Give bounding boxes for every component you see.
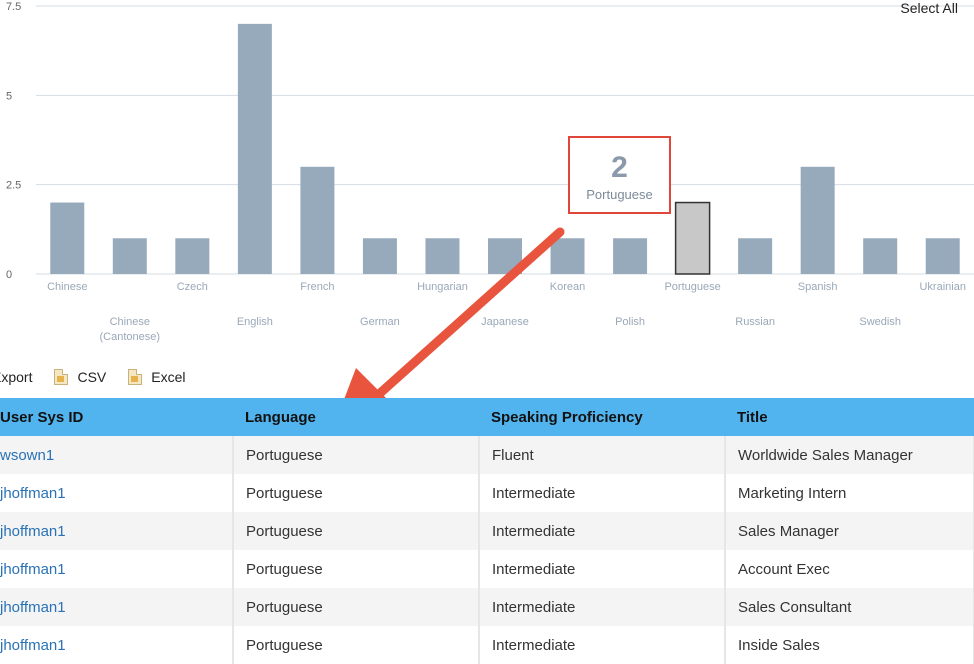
bar[interactable] bbox=[50, 202, 85, 274]
column-header-speaking-proficiency[interactable]: Speaking Proficiency bbox=[479, 398, 725, 436]
x-tick-label: English bbox=[237, 316, 273, 328]
language-cell: Portuguese bbox=[233, 512, 480, 550]
column-header-language[interactable]: Language bbox=[233, 398, 479, 436]
title-cell: Account Exec bbox=[725, 550, 974, 588]
proficiency-cell: Intermediate bbox=[479, 512, 726, 550]
user-link[interactable]: jhoffman1 bbox=[0, 561, 66, 578]
language-bar-chart: 0 2.5 5 7.5 Chinese Chinese (Cantonese) Czech En… bbox=[0, 0, 974, 360]
bar[interactable] bbox=[112, 238, 147, 274]
user-link[interactable]: wsown1 bbox=[0, 447, 54, 464]
y-tick-label: 2.5 bbox=[6, 180, 21, 192]
select-all-link[interactable]: Select All bbox=[900, 0, 958, 16]
export-csv-label: CSV bbox=[77, 369, 107, 385]
y-tick-label: 0 bbox=[6, 269, 12, 281]
user-sys-id-cell: wsown1 bbox=[0, 436, 234, 474]
user-sys-id-cell: jhoffman1 bbox=[0, 588, 234, 626]
y-tick-label: 7.5 bbox=[6, 1, 21, 13]
proficiency-cell: Intermediate bbox=[479, 550, 726, 588]
proficiency-cell: Intermediate bbox=[479, 588, 726, 626]
x-tick-label: German bbox=[360, 316, 400, 328]
csv-file-icon bbox=[54, 369, 69, 385]
y-tick-label: 5 bbox=[6, 90, 12, 102]
user-link[interactable]: jhoffman1 bbox=[0, 523, 66, 540]
tooltip-value: 2 bbox=[611, 151, 628, 184]
x-tick-label: Japanese bbox=[481, 316, 529, 328]
bar[interactable] bbox=[425, 238, 460, 274]
user-sys-id-cell: jhoffman1 bbox=[0, 550, 234, 588]
proficiency-cell: Intermediate bbox=[479, 474, 726, 512]
table-row: jhoffman1 Portuguese Intermediate Market… bbox=[0, 474, 974, 512]
bar[interactable] bbox=[863, 238, 898, 274]
results-table: User Sys ID Language Speaking Proficienc… bbox=[0, 398, 974, 664]
column-header-title[interactable]: Title bbox=[725, 398, 974, 436]
x-tick-label: Swedish bbox=[859, 316, 901, 328]
user-sys-id-cell: jhoffman1 bbox=[0, 626, 234, 664]
title-cell: Inside Sales bbox=[725, 626, 974, 664]
user-link[interactable]: jhoffman1 bbox=[0, 485, 66, 502]
x-tick-label: (Cantonese) bbox=[100, 331, 161, 343]
export-bar: Export CSV Excel bbox=[0, 366, 186, 388]
language-cell: Portuguese bbox=[233, 626, 480, 664]
table-header-row: User Sys ID Language Speaking Proficienc… bbox=[0, 398, 974, 436]
x-tick-label: Hungarian bbox=[417, 281, 468, 293]
chart-tooltip: 2 Portuguese bbox=[568, 136, 671, 214]
export-label: Export bbox=[0, 369, 33, 385]
x-tick-label: Russian bbox=[735, 316, 775, 328]
export-csv-link[interactable]: CSV bbox=[54, 369, 106, 385]
x-tick-label: Portuguese bbox=[664, 281, 720, 293]
excel-file-icon bbox=[128, 369, 143, 385]
bar[interactable] bbox=[800, 166, 835, 274]
table-row: wsown1 Portuguese Fluent Worldwide Sales… bbox=[0, 436, 974, 474]
bar[interactable] bbox=[175, 238, 210, 274]
title-cell: Worldwide Sales Manager bbox=[725, 436, 974, 474]
user-link[interactable]: jhoffman1 bbox=[0, 599, 66, 616]
title-cell: Marketing Intern bbox=[725, 474, 974, 512]
bar[interactable] bbox=[362, 238, 397, 274]
title-cell: Sales Consultant bbox=[725, 588, 974, 626]
bar[interactable] bbox=[550, 238, 585, 274]
user-sys-id-cell: jhoffman1 bbox=[0, 474, 234, 512]
proficiency-cell: Fluent bbox=[479, 436, 726, 474]
x-tick-label: Korean bbox=[550, 281, 585, 293]
table-row: jhoffman1 Portuguese Intermediate Sales … bbox=[0, 512, 974, 550]
bar[interactable] bbox=[738, 238, 773, 274]
table-row: jhoffman1 Portuguese Intermediate Inside… bbox=[0, 626, 974, 664]
x-tick-label: Czech bbox=[177, 281, 208, 293]
bar[interactable] bbox=[300, 166, 335, 274]
column-header-user-sys-id[interactable]: User Sys ID bbox=[0, 398, 233, 436]
bar[interactable] bbox=[674, 201, 711, 275]
x-tick-label: French bbox=[300, 281, 334, 293]
bar[interactable] bbox=[488, 238, 522, 274]
bar[interactable] bbox=[613, 238, 648, 274]
x-tick-label: Ukrainian bbox=[919, 281, 965, 293]
export-excel-label: Excel bbox=[151, 369, 186, 385]
x-tick-label: Chinese bbox=[110, 316, 150, 328]
bar[interactable] bbox=[237, 23, 272, 274]
language-cell: Portuguese bbox=[233, 588, 480, 626]
user-sys-id-cell: jhoffman1 bbox=[0, 512, 234, 550]
language-cell: Portuguese bbox=[233, 550, 480, 588]
title-cell: Sales Manager bbox=[725, 512, 974, 550]
language-cell: Portuguese bbox=[233, 436, 480, 474]
bar[interactable] bbox=[925, 238, 960, 274]
x-tick-label: Spanish bbox=[798, 281, 838, 293]
x-tick-label: Chinese bbox=[47, 281, 87, 293]
proficiency-cell: Intermediate bbox=[479, 626, 726, 664]
language-cell: Portuguese bbox=[233, 474, 480, 512]
tooltip-label: Portuguese bbox=[586, 187, 653, 202]
user-link[interactable]: jhoffman1 bbox=[0, 637, 66, 654]
x-tick-label: Polish bbox=[615, 316, 645, 328]
table-row: jhoffman1 Portuguese Intermediate Accoun… bbox=[0, 550, 974, 588]
export-excel-link[interactable]: Excel bbox=[128, 369, 186, 385]
chart-svg: 0 2.5 5 7.5 Chinese Chinese (Cantonese) Czech En… bbox=[6, 1, 974, 343]
table-row: jhoffman1 Portuguese Intermediate Sales … bbox=[0, 588, 974, 626]
